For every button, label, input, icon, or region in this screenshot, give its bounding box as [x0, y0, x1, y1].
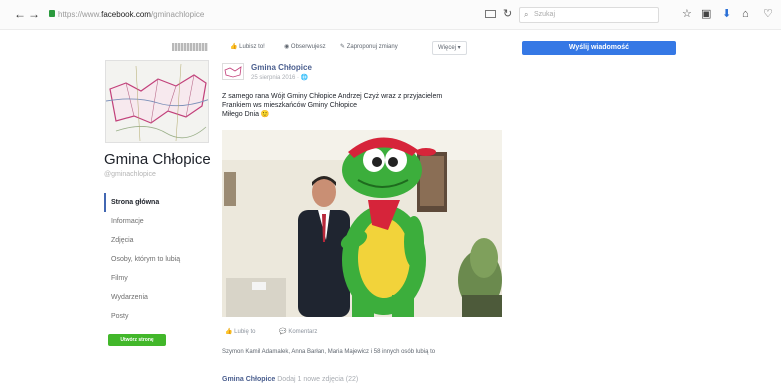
search-icon: ⌕ — [524, 10, 529, 19]
next-post-header: Gmina Chłopice Dodaj 1 nowe zdjęcia (22) — [222, 376, 358, 383]
post-likes-summary[interactable]: Szymon Kamil Adamalek, Anna Barłan, Mari… — [222, 349, 435, 355]
globe-icon: 🌐 — [300, 75, 309, 81]
photo-mayor-with-mascot — [222, 130, 502, 317]
page-title: Gmina Chłopice — [104, 151, 211, 168]
suggest-edits-label: Zaproponuj zmiany — [346, 44, 398, 50]
sidebar-item-home[interactable]: Strona główna — [104, 193, 212, 212]
post-author-avatar[interactable] — [222, 63, 244, 80]
post-comment-button[interactable]: 💬 Komentarz — [279, 329, 317, 335]
forward-icon[interactable]: → — [28, 8, 40, 20]
page-logo-small — [172, 43, 208, 51]
post-body: Z samego rana Wójt Gminy Chłopice Andrze… — [222, 92, 502, 119]
library-icon[interactable]: ▣ — [701, 8, 711, 20]
url-prefix: https://www. — [58, 10, 102, 19]
address-bar[interactable]: https://www.facebook.com/gminachlopice — [58, 10, 204, 19]
sidebar-item-info[interactable]: Informacje — [104, 212, 212, 231]
browser-search-input[interactable]: ⌕ Szukaj — [519, 7, 659, 23]
create-page-button[interactable]: Utwórz stronę — [108, 334, 166, 346]
sidebar-item-posts[interactable]: Posty — [104, 307, 212, 326]
like-page-label: Lubisz to! — [239, 44, 265, 50]
next-post-author[interactable]: Gmina Chłopice — [222, 376, 275, 383]
post-date: 25 sierpnia 2016 · — [251, 75, 301, 81]
search-placeholder: Szukaj — [534, 11, 556, 18]
home-icon[interactable]: ⌂ — [742, 8, 749, 20]
browser-toolbar: ← → https://www.facebook.com/gminachlopi… — [0, 0, 781, 30]
suggest-edits-button[interactable]: ✎ Zaproponuj zmiany — [340, 40, 398, 54]
map-illustration — [106, 63, 208, 142]
sidebar-item-videos[interactable]: Filmy — [104, 269, 212, 288]
follow-page-label: Obserwujesz — [290, 44, 326, 50]
url-path: /gminachlopice — [150, 10, 205, 19]
pocket-icon[interactable]: ♡ — [763, 8, 773, 20]
reload-icon[interactable]: ↻ — [503, 7, 512, 20]
post-text-line: Miłego Dnia 🙂 — [222, 111, 270, 118]
sidebar-item-photos[interactable]: Zdjęcia — [104, 231, 212, 250]
download-icon[interactable]: ⬇ — [722, 8, 731, 20]
post-comment-label: Komentarz — [288, 329, 318, 335]
avatar-map-icon — [224, 66, 242, 78]
sidebar-nav: Strona główna Informacje Zdjęcia Osoby, … — [104, 193, 212, 326]
post-text-line: Z samego rana Wójt Gminy Chłopice Andrze… — [222, 93, 443, 100]
post-like-button[interactable]: 👍 Lubię to — [225, 329, 256, 335]
post-actions-bar: 👍 Lubię to 💬 Komentarz — [225, 328, 317, 335]
send-message-button[interactable]: Wyślij wiadomość — [522, 41, 676, 55]
reader-view-icon[interactable] — [485, 10, 496, 18]
page-handle[interactable]: @gminachlopice — [104, 171, 156, 178]
like-page-button[interactable]: 👍 Lubisz to! — [230, 40, 265, 54]
post-author-name[interactable]: Gmina Chłopice — [251, 63, 312, 72]
post-timestamp[interactable]: 25 sierpnia 2016 · 🌐 — [251, 74, 308, 81]
next-post-text: Dodaj 1 nowe zdjęcia (22) — [277, 376, 359, 383]
sidebar-item-likes[interactable]: Osoby, którym to lubią — [104, 250, 212, 269]
lock-icon — [49, 10, 55, 17]
back-icon[interactable]: ← — [14, 8, 26, 20]
sidebar-item-events[interactable]: Wydarzenia — [104, 288, 212, 307]
bookmark-star-icon[interactable]: ☆ — [682, 8, 692, 20]
url-domain: facebook.com — [101, 10, 151, 19]
profile-map-image[interactable] — [105, 60, 209, 143]
follow-page-button[interactable]: ◉ Obserwujesz — [284, 40, 326, 54]
post-text-line: Frankiem ws mieszkańców Gminy Chłopice — [222, 102, 357, 109]
post-like-label: Lubię to — [234, 329, 256, 335]
more-button[interactable]: Więcej ▾ — [432, 41, 467, 55]
post-photo[interactable] — [222, 130, 502, 317]
